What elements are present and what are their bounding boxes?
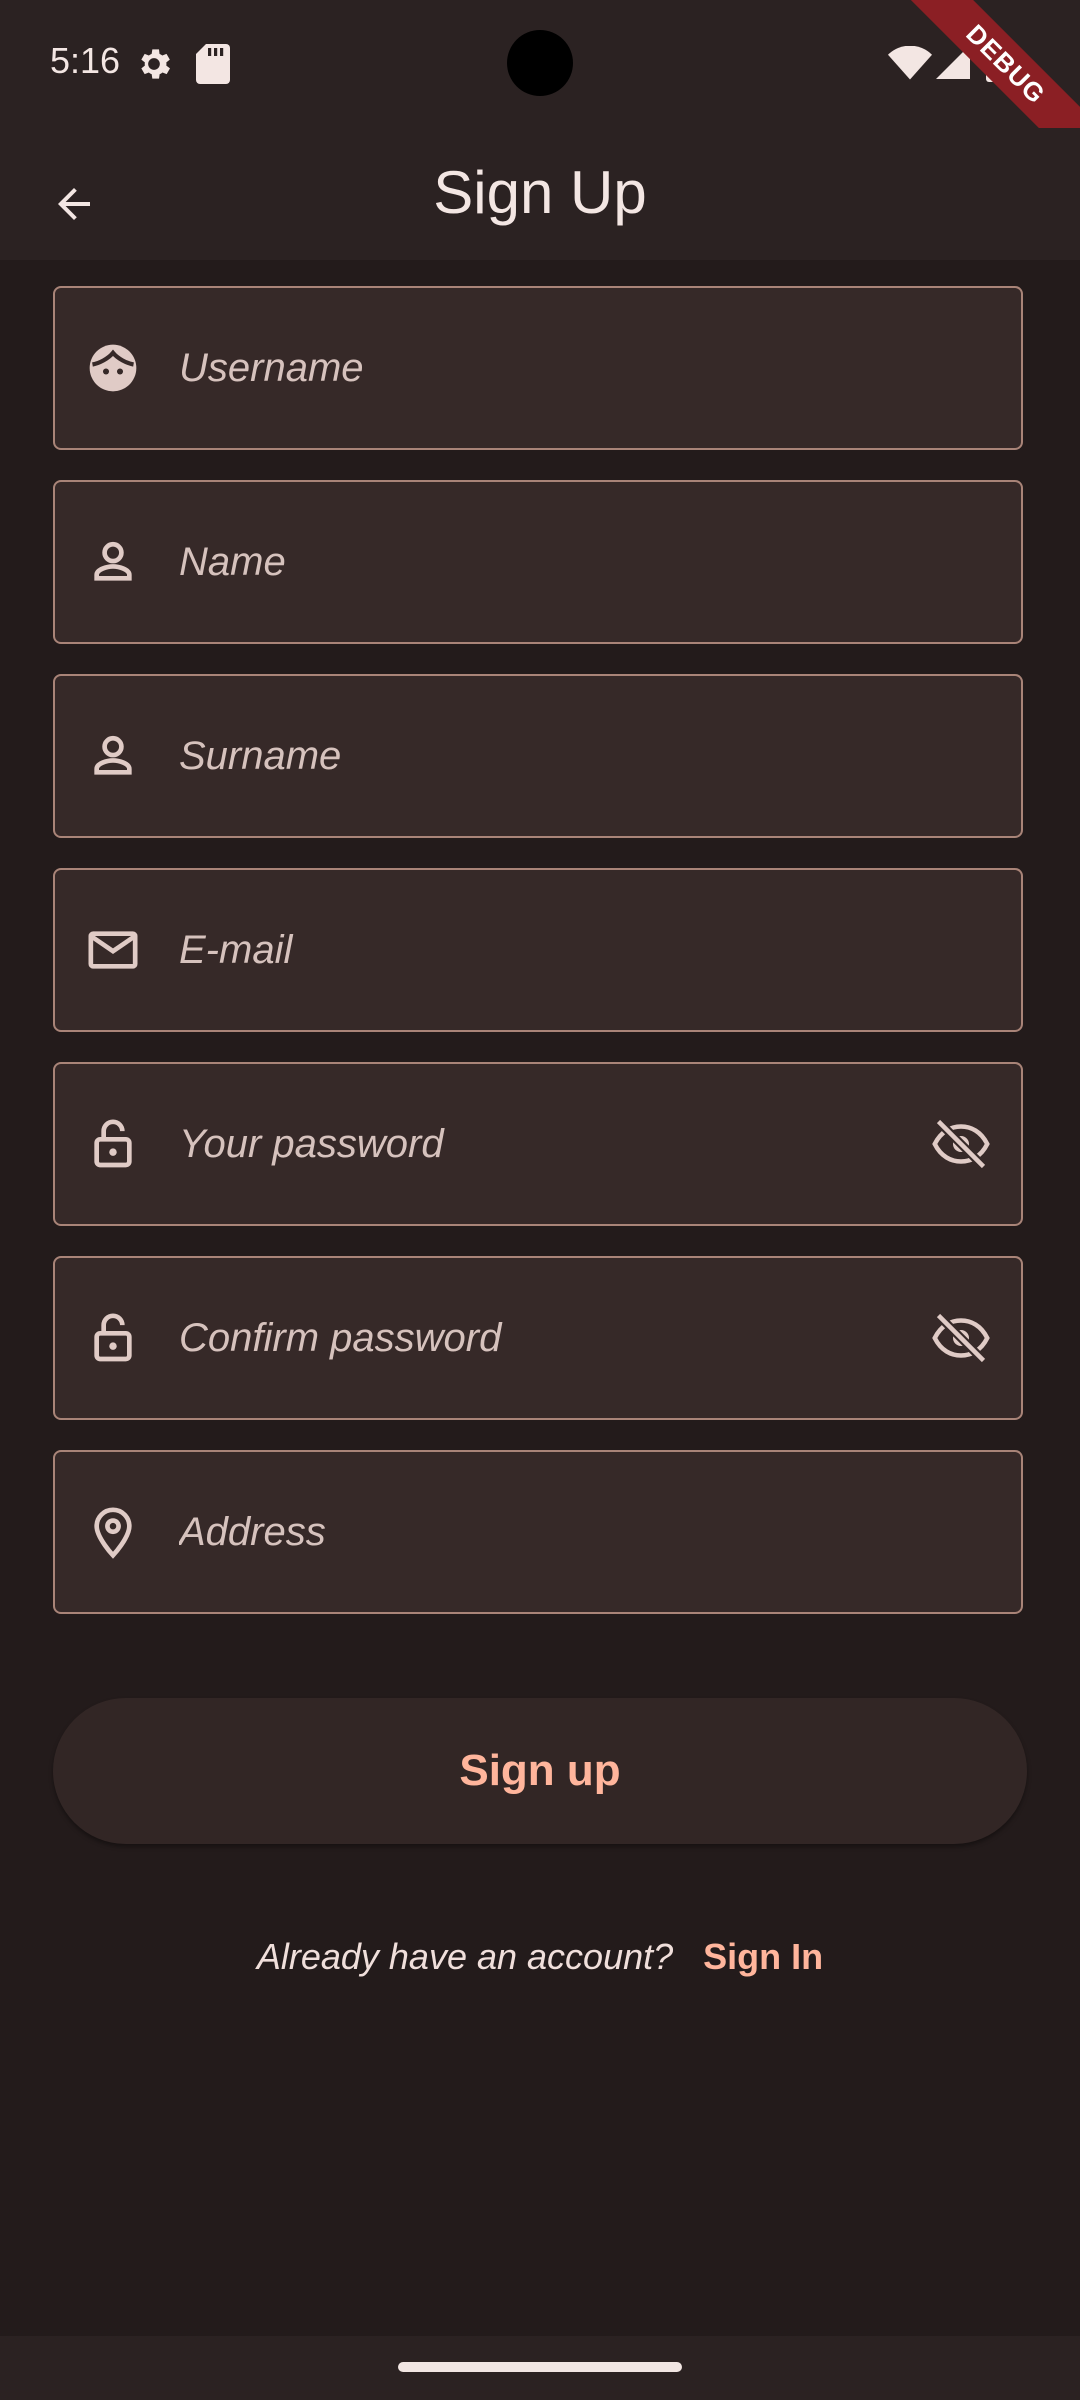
confirm-password-field[interactable] xyxy=(53,1256,1023,1420)
front-camera-cutout xyxy=(507,30,573,96)
signin-prompt: Already have an account? Sign In xyxy=(0,1936,1080,1978)
status-bar: 5:16 xyxy=(0,0,1080,128)
name-field[interactable] xyxy=(53,480,1023,644)
email-field[interactable] xyxy=(53,868,1023,1032)
wifi-icon xyxy=(888,45,932,85)
password-input[interactable] xyxy=(179,1064,939,1224)
page-title: Sign Up xyxy=(433,159,647,226)
location-pin-icon xyxy=(94,1507,132,1559)
face-icon xyxy=(89,344,137,392)
address-field[interactable] xyxy=(53,1450,1023,1614)
lock-open-icon xyxy=(94,1119,132,1168)
name-input[interactable] xyxy=(179,482,939,642)
signin-question: Already have an account? xyxy=(256,1936,674,1977)
status-time: 5:16 xyxy=(50,40,121,81)
email-input[interactable] xyxy=(179,870,939,1030)
visibility-off-icon[interactable] xyxy=(931,1308,991,1368)
settings-gear-icon xyxy=(134,44,174,89)
home-gesture-handle[interactable] xyxy=(398,2362,682,2372)
person-icon xyxy=(94,735,132,775)
visibility-off-icon[interactable] xyxy=(931,1114,991,1174)
confirm-password-input[interactable] xyxy=(179,1258,939,1418)
username-field[interactable] xyxy=(53,286,1023,450)
surname-input[interactable] xyxy=(179,676,939,836)
sd-card-icon xyxy=(196,44,230,89)
surname-field[interactable] xyxy=(53,674,1023,838)
lock-open-icon xyxy=(94,1313,132,1362)
mail-icon xyxy=(88,931,138,969)
username-input[interactable] xyxy=(179,288,939,448)
address-input[interactable] xyxy=(179,1452,939,1612)
person-icon xyxy=(94,541,132,581)
app-bar: Sign Up xyxy=(0,128,1080,260)
signin-link[interactable]: Sign In xyxy=(703,1936,823,1977)
password-field[interactable] xyxy=(53,1062,1023,1226)
navigation-bar xyxy=(0,2336,1080,2400)
signup-button[interactable]: Sign up xyxy=(53,1698,1027,1844)
